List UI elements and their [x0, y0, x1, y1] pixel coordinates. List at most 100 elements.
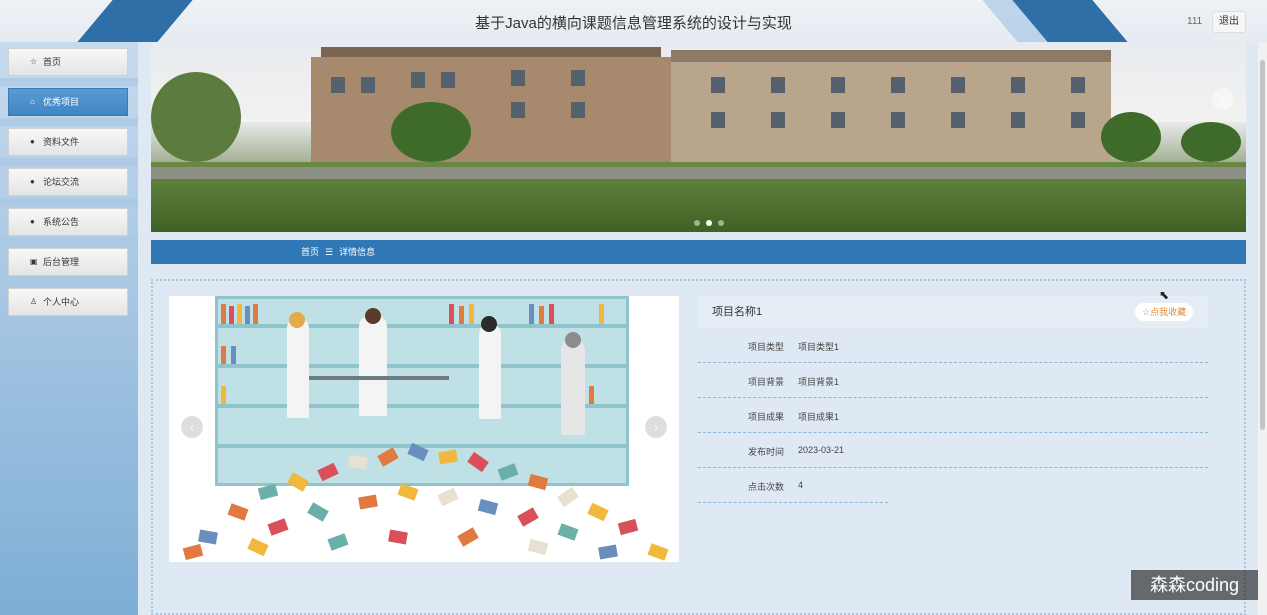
illustration-scientist [479, 324, 501, 419]
info-circle-icon: ● [30, 137, 35, 146]
breadcrumb-home-link[interactable]: 首页 [301, 247, 319, 257]
field-label: 点击次数 [748, 482, 785, 492]
banner-tree [1181, 122, 1241, 162]
building-window [831, 77, 845, 93]
info-circle-icon: ● [30, 217, 35, 226]
sidebar-item-profile[interactable]: ♙ 个人中心 [8, 288, 128, 316]
field-label: 项目成果 [748, 412, 785, 422]
sidebar-item-admin[interactable]: ▣ 后台管理 [8, 248, 128, 276]
illustration-book [599, 304, 604, 324]
breadcrumb-separator-icon: ☰ [325, 247, 334, 257]
building-window [1011, 112, 1025, 128]
field-value: 项目背景1 [798, 377, 840, 387]
illustration-book [459, 306, 464, 324]
illustration-scientist [359, 316, 387, 416]
detail-panel: ‹ › 项目名称1 ☆点我收藏 项目类型 项目类型1 项目背景 项目背景1 项目… [151, 279, 1246, 615]
illustration-book [221, 386, 226, 404]
illustration-scientist [561, 340, 585, 435]
building-window [441, 72, 455, 88]
building-window [771, 77, 785, 93]
illustration-book [221, 346, 226, 364]
question-circle-icon: ● [30, 177, 35, 186]
page-title: 基于Java的横向课题信息管理系统的设计与实现 [475, 15, 792, 32]
sidebar-item-excellent-projects[interactable]: ⌂ 优秀项目 [8, 88, 128, 116]
sidebar-item-label: 资料文件 [43, 137, 80, 147]
building-window [891, 77, 905, 93]
favorite-button[interactable]: ☆点我收藏 [1135, 303, 1194, 321]
illustration-book [549, 304, 554, 324]
illustration-book [449, 304, 454, 324]
logout-button[interactable]: 退出 [1212, 11, 1246, 33]
field-row: 项目成果 项目成果1 [698, 398, 1208, 433]
sidebar-item-label: 系统公告 [43, 217, 80, 227]
sidebar-item-forum[interactable]: ● 论坛交流 [8, 168, 128, 196]
illustration-lab-table [309, 376, 449, 380]
field-label: 项目类型 [748, 342, 785, 352]
page-scrollbar[interactable] [1258, 42, 1267, 615]
banner-carousel[interactable]: › [151, 42, 1246, 232]
building-window [711, 112, 725, 128]
sidebar-divider [0, 78, 138, 86]
image-prev-arrow[interactable]: ‹ [181, 416, 203, 438]
sidebar-item-label: 首页 [43, 57, 62, 67]
sidebar-divider [0, 198, 138, 206]
image-next-arrow[interactable]: › [645, 416, 667, 438]
building-window [951, 77, 965, 93]
building-window [951, 112, 965, 128]
top-header: 基于Java的横向课题信息管理系统的设计与实现 111 退出 [0, 0, 1267, 42]
building-window [511, 102, 525, 118]
building-window [711, 77, 725, 93]
building-window [411, 72, 425, 88]
field-label: 发布时间 [748, 447, 785, 457]
mouse-cursor-icon: ⬉ [1159, 288, 1170, 302]
building-window [891, 112, 905, 128]
illustration-book [589, 386, 594, 404]
carousel-next-arrow[interactable]: › [1212, 88, 1234, 110]
sidebar-divider [0, 238, 138, 246]
banner-building [311, 57, 671, 167]
illustration-book [229, 306, 234, 324]
sidebar-item-documents[interactable]: ● 资料文件 [8, 128, 128, 156]
carousel-dot-active[interactable] [706, 220, 712, 226]
field-row: 发布时间 2023-03-21 [698, 433, 1208, 468]
sidebar-item-label: 个人中心 [43, 297, 80, 307]
illustration-book [469, 304, 474, 324]
illustration-book [245, 306, 250, 324]
banner-path [151, 167, 1246, 179]
illustration-book [237, 304, 242, 324]
illustration-book [231, 346, 236, 364]
sidebar-item-home[interactable]: ☆ 首页 [8, 48, 128, 76]
banner-tree [391, 102, 471, 162]
building-window [361, 77, 375, 93]
project-name: 项目名称1 [712, 306, 763, 318]
illustration-scientist-head [481, 316, 497, 332]
field-row: 项目类型 项目类型1 [698, 328, 1208, 363]
breadcrumb: 首页 ☰ 详情信息 [151, 240, 1246, 264]
field-row: 项目背景 项目背景1 [698, 363, 1208, 398]
sidebar-divider [0, 158, 138, 166]
main-content: › 首页 ☰ 详情信息 ‹ › 项目名称1 ☆点我收藏 项目类型 项目类型1 项… [138, 42, 1258, 615]
username-label: 111 [1187, 16, 1203, 27]
field-row: 点击次数 4 [698, 468, 888, 503]
sidebar-item-label: 优秀项目 [43, 97, 80, 107]
building-window [571, 70, 585, 86]
watermark: 森森coding [1131, 570, 1258, 600]
field-value: 项目成果1 [798, 412, 840, 422]
sidebar-item-announcements[interactable]: ● 系统公告 [8, 208, 128, 236]
illustration-scientist-head [365, 308, 381, 324]
project-image-carousel[interactable]: ‹ › [169, 296, 679, 562]
scrollbar-thumb[interactable] [1260, 60, 1265, 430]
building-window [331, 77, 345, 93]
star-icon: ☆ [30, 57, 38, 66]
illustration-book [221, 304, 226, 324]
carousel-indicators [694, 213, 730, 231]
carousel-dot[interactable] [694, 220, 700, 226]
carousel-dot[interactable] [718, 220, 724, 226]
banner-tree [151, 72, 241, 162]
illustration-book [539, 306, 544, 324]
field-value: 2023-03-21 [798, 445, 845, 455]
sidebar-item-label: 论坛交流 [43, 177, 80, 187]
building-window [571, 102, 585, 118]
breadcrumb-current: 详情信息 [339, 247, 376, 257]
calendar-icon: ▣ [30, 257, 38, 266]
